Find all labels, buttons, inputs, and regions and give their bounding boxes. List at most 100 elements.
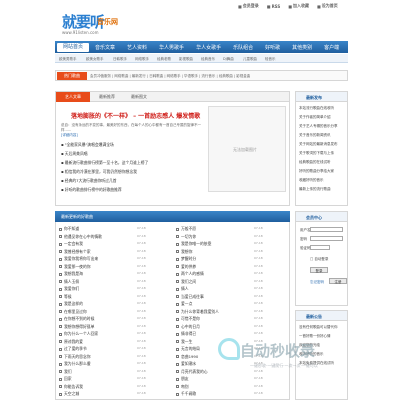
song-checkbox[interactable] <box>59 340 62 343</box>
song-row[interactable]: 爱的供养 07-18 <box>176 264 263 270</box>
subnav-item[interactable]: 日韩歌手 <box>113 57 127 62</box>
song-row[interactable]: 你不知道 07-18 <box>59 226 146 232</box>
song-row[interactable]: 无言的结局 07-18 <box>176 346 263 352</box>
toplink-rss[interactable]: ■ RSS <box>267 3 280 9</box>
song-title[interactable]: 万般不愿 <box>181 226 196 231</box>
song-row[interactable]: 月亮代表我的心 07-18 <box>176 369 263 375</box>
song-checkbox[interactable] <box>176 317 179 321</box>
song-title[interactable]: 情人玉佩 <box>64 279 79 284</box>
song-checkbox[interactable] <box>59 325 62 328</box>
song-checkbox[interactable] <box>176 302 179 306</box>
song-row[interactable]: 心中的日月 07-18 <box>176 324 263 330</box>
song-title[interactable]: 情人 <box>181 286 189 291</box>
song-title[interactable]: 在你想不到的时候 <box>64 316 94 321</box>
song-checkbox[interactable] <box>59 287 62 291</box>
song-title[interactable]: 我爱那一夜的你 <box>64 264 91 269</box>
song-title[interactable]: 我为什么那么傻 <box>64 361 91 366</box>
song-title[interactable]: 我们之间 <box>181 279 196 284</box>
song-row[interactable]: 在你想不到的时候 07-18 <box>59 316 146 322</box>
song-checkbox[interactable] <box>59 377 62 381</box>
song-row[interactable]: 我是这样的 07-18 <box>59 301 146 307</box>
list-item[interactable]: 经典歌曲的在线试听 <box>299 160 331 165</box>
song-row[interactable]: 当爱已成往事 07-18 <box>176 294 263 300</box>
song-checkbox[interactable] <box>176 310 179 313</box>
song-title[interactable]: 天空之城 <box>64 391 79 396</box>
song-row[interactable]: 我想我是海 07-18 <box>59 271 146 277</box>
song-checkbox[interactable] <box>176 287 179 291</box>
list-item[interactable]: 最新上传的流行歌曲 <box>299 187 331 192</box>
song-row[interactable]: 情人玉佩 07-18 <box>59 279 146 285</box>
song-checkbox[interactable] <box>176 362 179 366</box>
list-item[interactable]: 关于艺人专辑的音乐分享 <box>299 124 338 129</box>
nav-client[interactable]: 客户端 <box>318 44 345 51</box>
song-title[interactable]: 心中的日月 <box>181 324 200 329</box>
nav-male[interactable]: 华人男歌手 <box>153 44 190 51</box>
song-checkbox[interactable] <box>176 355 179 358</box>
song-checkbox[interactable] <box>176 272 179 276</box>
subnav-item[interactable]: 欧美男歌手 <box>59 57 77 62</box>
song-checkbox[interactable] <box>59 317 62 321</box>
featured-headline[interactable]: 落地膨胀的《不一样》 – 一首励志感人 爆发情歌 <box>71 111 200 120</box>
song-title[interactable]: 两个人的感情 <box>181 271 204 276</box>
subnav-item[interactable]: 欧美女歌手 <box>86 57 104 62</box>
song-title[interactable]: 当爱已成往事 <box>181 294 204 299</box>
song-title[interactable]: 我想你想得好孤单 <box>64 324 94 329</box>
song-title[interactable]: 原谅我的爱 <box>64 339 83 344</box>
list-item[interactable]: 好听的歌曲分享给大家 <box>299 169 334 174</box>
nav-good-songs[interactable]: 好听歌 <box>259 44 286 51</box>
password-input[interactable] <box>310 236 343 241</box>
song-row[interactable]: 我想你想得好孤单 07-18 <box>59 324 146 330</box>
subnav-item[interactable]: 轻音乐 <box>265 57 276 62</box>
login-button[interactable]: 登录 <box>310 267 328 273</box>
song-row[interactable]: 下雨天的思念你 07-18 <box>59 354 146 360</box>
song-row[interactable]: 回家 07-18 <box>59 376 146 382</box>
song-checkbox[interactable] <box>176 257 179 261</box>
song-checkbox[interactable] <box>176 242 179 246</box>
song-checkbox[interactable] <box>176 295 179 298</box>
more-link[interactable]: [详细内容] <box>61 133 78 138</box>
song-title[interactable]: 恋曲1990 <box>181 354 198 359</box>
song-checkbox[interactable] <box>59 347 62 351</box>
song-checkbox[interactable] <box>59 362 62 366</box>
song-row[interactable]: 梦醒时分 07-18 <box>176 256 263 262</box>
song-checkbox[interactable] <box>176 385 179 388</box>
song-row[interactable]: 可惜不是你 07-18 <box>176 316 263 322</box>
song-checkbox[interactable] <box>176 325 179 328</box>
subnav-item[interactable]: 经典老歌 <box>157 57 171 62</box>
song-title[interactable]: 我是你唯一的依靠 <box>181 241 211 246</box>
subnav-item[interactable]: 网络歌手 <box>135 57 149 62</box>
song-title[interactable]: 情非得已 <box>181 331 196 336</box>
hot-keywords[interactable]: 会员冲值服务 | 网络歌曲 | 最新发行 | 日韩歌曲 | 网络歌手 | 华语歌… <box>90 74 250 79</box>
song-row[interactable]: 等候 07-18 <box>59 294 146 300</box>
song-checkbox[interactable] <box>176 250 179 253</box>
song-checkbox[interactable] <box>59 250 62 253</box>
song-row[interactable]: 情非得已 07-18 <box>176 331 263 337</box>
remember-checkbox[interactable]: □ 自动登录 <box>310 257 328 262</box>
tab-artist-articles[interactable]: 艺人文章 <box>56 92 90 102</box>
song-title[interactable]: 为什么你背着我爱别人 <box>181 309 219 314</box>
song-checkbox[interactable] <box>176 227 179 231</box>
song-row[interactable]: 我爱那一夜的你 07-18 <box>59 264 146 270</box>
song-title[interactable]: 无言的结局 <box>181 346 200 351</box>
song-row[interactable]: 一切为你 07-18 <box>176 234 263 240</box>
song-checkbox[interactable] <box>59 302 62 306</box>
toplink-homepage[interactable]: ■ 设为首页 <box>317 3 338 9</box>
song-row[interactable]: 千千阙歌 07-18 <box>176 391 263 397</box>
song-checkbox[interactable] <box>176 347 179 351</box>
featured-image[interactable]: 无法加载图片 <box>208 106 286 192</box>
song-row[interactable]: 情人 07-18 <box>176 286 263 292</box>
song-title[interactable]: 我想我是海 <box>64 271 83 276</box>
song-row[interactable]: 我们 07-18 <box>59 369 146 375</box>
captcha-input[interactable] <box>310 245 330 250</box>
song-row[interactable]: 爱一点 07-18 <box>176 301 263 307</box>
song-checkbox[interactable] <box>59 265 62 268</box>
song-title[interactable]: 千千阙歌 <box>181 391 196 396</box>
song-row[interactable]: 万般不愿 07-18 <box>176 226 263 232</box>
song-row[interactable]: 在哪里见过你 07-18 <box>59 309 146 315</box>
song-checkbox[interactable] <box>59 370 62 373</box>
register-button[interactable]: 注册 <box>329 278 347 284</box>
username-input[interactable] <box>310 227 343 232</box>
song-title[interactable]: 等候 <box>64 294 72 299</box>
song-row[interactable]: 你能告诉我 07-18 <box>59 384 146 390</box>
song-title[interactable]: 爱的供养 <box>181 264 196 269</box>
